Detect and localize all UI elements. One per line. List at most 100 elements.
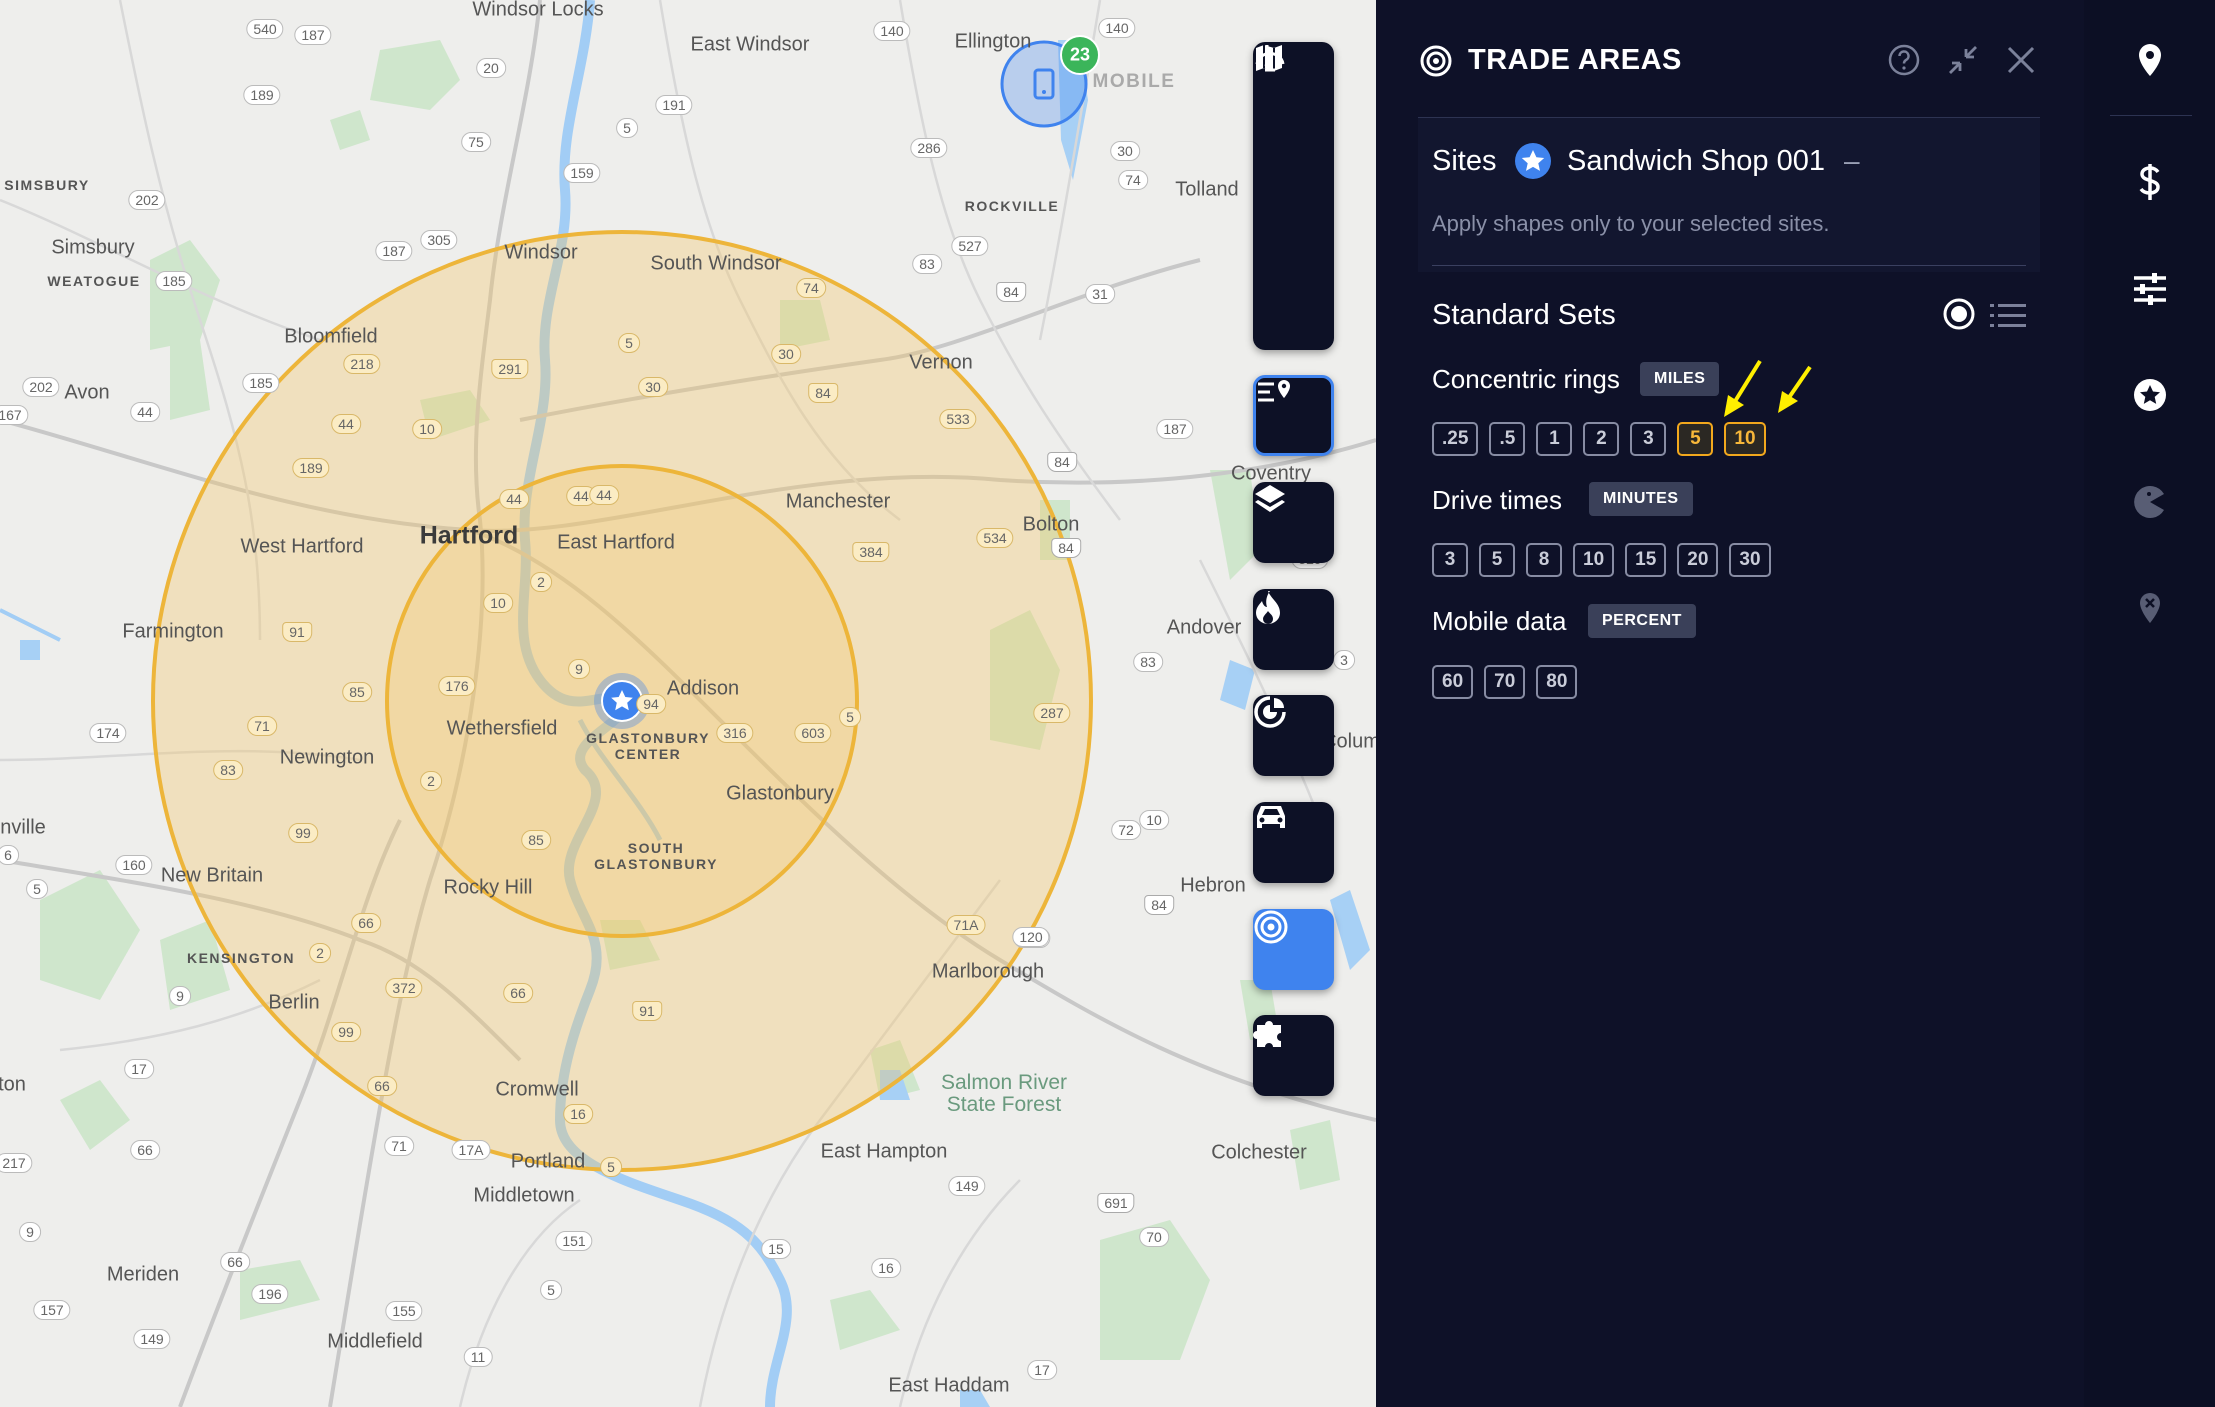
chip-miles-5[interactable]: 5 — [1677, 422, 1714, 456]
road-shield: 2 — [309, 943, 331, 963]
dollar-icon — [2139, 164, 2160, 200]
drive-time-button[interactable] — [1253, 802, 1334, 883]
road-shield: 72 — [1111, 820, 1141, 840]
layers-icon — [1255, 485, 1285, 512]
radio-selected-icon[interactable] — [1942, 297, 1976, 331]
collapse-icon[interactable] — [1946, 43, 1980, 77]
road-shield: 603 — [794, 723, 832, 743]
place-label: Avon — [64, 381, 110, 404]
road-shield: 84 — [1051, 538, 1081, 558]
road-shield: 196 — [251, 1284, 289, 1304]
chip-percent-70[interactable]: 70 — [1484, 665, 1526, 699]
layers-button[interactable] — [1253, 482, 1334, 563]
road-shield: 30 — [771, 344, 801, 364]
chip-miles-1[interactable]: 1 — [1536, 422, 1573, 456]
road-shield: 16 — [871, 1258, 901, 1278]
place-label: Middlefield — [327, 1330, 423, 1353]
road-shield: 191 — [655, 95, 693, 115]
road-shield: 286 — [910, 138, 948, 158]
drive-times-label: Drive times — [1432, 485, 1563, 515]
close-icon[interactable] — [2004, 43, 2038, 77]
place-label: Rocky Hill — [443, 876, 533, 899]
rail-market-share-button[interactable] — [2084, 457, 2215, 547]
trade-areas-panel: TRADE AREAS Sites Sandwich Shop 001 – Ap… — [1376, 0, 2084, 1407]
reports-button[interactable] — [1253, 695, 1334, 776]
road-shield: 84 — [808, 383, 838, 403]
road-shield: 691 — [1097, 1193, 1135, 1213]
road-shield: 5 — [839, 707, 861, 727]
list-icon[interactable] — [1990, 300, 2026, 330]
road-shield: 540 — [246, 19, 284, 39]
place-label: ton — [0, 1073, 26, 1096]
chip-minutes-8[interactable]: 8 — [1526, 543, 1562, 577]
road-shield: 83 — [1133, 652, 1163, 672]
chip-miles-p25[interactable]: .25 — [1432, 422, 1479, 456]
selected-site-name[interactable]: Sandwich Shop 001 — [1567, 145, 1825, 178]
road-shield: 189 — [292, 458, 330, 478]
road-shield: 2 — [530, 572, 552, 592]
chip-miles-10[interactable]: 10 — [1724, 422, 1766, 456]
chip-percent-80[interactable]: 80 — [1536, 665, 1578, 699]
rail-favorites-button[interactable] — [2084, 350, 2215, 440]
chip-percent-60[interactable]: 60 — [1432, 665, 1474, 699]
road-shield: 151 — [555, 1231, 593, 1251]
rail-filters-button[interactable] — [2084, 244, 2215, 334]
star-site-icon — [1515, 143, 1551, 179]
chip-minutes-3[interactable]: 3 — [1432, 543, 1468, 577]
place-label: New Britain — [160, 864, 264, 887]
traffic-button[interactable] — [1253, 49, 1334, 334]
chip-minutes-5[interactable]: 5 — [1479, 543, 1515, 577]
rail-remove-location-button[interactable] — [2084, 563, 2215, 653]
place-label: Berlin — [268, 991, 320, 1014]
road-shield: 9 — [169, 986, 191, 1006]
road-shield: 66 — [367, 1076, 397, 1096]
road-shield: 9 — [568, 659, 590, 679]
help-icon[interactable] — [1887, 43, 1921, 77]
place-label: WEATOGUE — [47, 273, 141, 289]
rail-divider — [2110, 115, 2192, 116]
chip-minutes-10[interactable]: 10 — [1573, 543, 1615, 577]
site-list-button[interactable] — [1253, 375, 1334, 456]
road-shield: 157 — [33, 1300, 71, 1320]
rail-finance-button[interactable] — [2084, 137, 2215, 227]
chip-minutes-30[interactable]: 30 — [1729, 543, 1771, 577]
chip-miles-2[interactable]: 2 — [1583, 422, 1620, 456]
place-label: East Hampton — [820, 1140, 948, 1163]
map-canvas[interactable]: 23 MOBILE Windsor Locks East Windsor Ellin… — [0, 0, 1376, 1407]
puzzle-icon — [1253, 1021, 1281, 1047]
chip-miles-3[interactable]: 3 — [1630, 422, 1667, 456]
heatmap-button[interactable] — [1253, 589, 1334, 670]
place-label: Cromwell — [495, 1078, 579, 1101]
trade-areas-button[interactable] — [1253, 909, 1334, 990]
map-background — [0, 0, 1376, 1407]
place-label: nville — [0, 816, 46, 839]
road-shield: 287 — [1033, 703, 1071, 723]
panel-title: TRADE AREAS — [1468, 44, 1682, 76]
road-shield: 305 — [420, 230, 458, 250]
rail-locations-button[interactable] — [2084, 15, 2215, 105]
place-label: KENSINGTON — [186, 950, 296, 966]
road-shield: 44 — [130, 402, 160, 422]
road-shield: 218 — [343, 354, 381, 374]
road-shield: 5 — [618, 333, 640, 353]
chip-minutes-15[interactable]: 15 — [1625, 543, 1667, 577]
sites-label: Sites — [1432, 145, 1497, 177]
chip-miles-p5[interactable]: .5 — [1489, 422, 1526, 456]
road-shield: 185 — [155, 271, 193, 291]
road-shield: 527 — [951, 236, 989, 256]
road-shield: 11 — [463, 1347, 493, 1367]
chip-minutes-20[interactable]: 20 — [1677, 543, 1719, 577]
zoom-out-button[interactable] — [1253, 54, 1334, 188]
target-icon — [1420, 45, 1452, 77]
road-shield: 187 — [294, 25, 332, 45]
ring-chip-row: .25 .5 1 2 3 5 10 — [1432, 422, 1766, 456]
road-shield: 30 — [638, 377, 668, 397]
remove-pin-icon — [2139, 593, 2160, 623]
place-label: South Windsor — [650, 252, 782, 275]
basemap-button[interactable] — [1253, 45, 1334, 261]
road-shield: 187 — [375, 241, 413, 261]
place-label: SOUTH GLASTONBURY — [594, 840, 718, 872]
road-shield: 99 — [331, 1022, 361, 1042]
road-shield: 149 — [133, 1329, 171, 1349]
plugins-button[interactable] — [1253, 1015, 1334, 1096]
